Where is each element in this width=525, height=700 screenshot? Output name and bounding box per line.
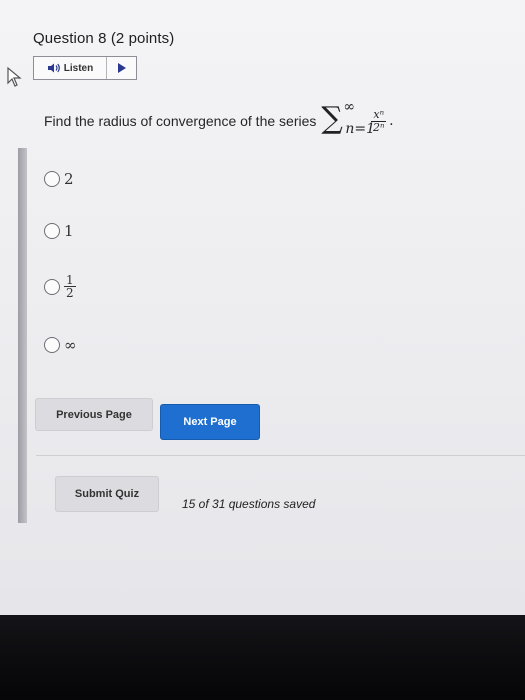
previous-page-button[interactable]: Previous Page	[35, 398, 153, 431]
sigma-symbol: ∑	[321, 101, 343, 136]
option-radio[interactable]	[44, 278, 60, 295]
series-terminator: .	[389, 113, 394, 129]
option-fraction: 1 2	[64, 274, 76, 299]
next-page-button[interactable]: Next Page	[160, 404, 260, 440]
listen-widget: Listen	[33, 56, 137, 80]
option-radio[interactable]	[44, 337, 60, 353]
question-prompt: Find the radius of convergence of the se…	[44, 99, 394, 138]
play-icon	[117, 63, 126, 73]
quiz-screen: Question 8 (2 points) Listen Find the ra…	[0, 0, 525, 615]
divider	[36, 455, 525, 456]
play-button[interactable]	[107, 57, 136, 79]
sum-lower-limit: n=1	[345, 121, 376, 137]
summation: ∑ ∞ n=1	[321, 99, 375, 138]
cursor-pointer-icon	[7, 66, 22, 87]
question-focus-bar	[18, 148, 27, 523]
save-status: 15 of 31 questions saved	[182, 497, 316, 511]
option-one-half[interactable]: 1 2	[44, 274, 76, 299]
option-radio[interactable]	[44, 223, 60, 239]
question-prompt-text: Find the radius of convergence of the se…	[44, 113, 317, 129]
listen-label: Listen	[63, 62, 94, 74]
speaker-icon	[47, 63, 60, 73]
fraction-denominator: 2	[66, 286, 74, 300]
option-label: 1	[64, 222, 74, 240]
option-label: ∞	[64, 336, 77, 354]
option-1[interactable]: 1	[44, 222, 74, 240]
submit-quiz-button[interactable]: Submit Quiz	[55, 476, 159, 512]
sum-upper-limit: ∞	[343, 99, 356, 115]
monitor-bezel	[0, 615, 525, 700]
question-title: Question 8 (2 points)	[33, 30, 175, 47]
option-label: 2	[64, 170, 74, 188]
option-2[interactable]: 2	[44, 170, 74, 188]
series-expression: ∑ ∞ n=1 xⁿ 2ⁿ .	[321, 99, 394, 138]
term-numerator: xⁿ	[371, 107, 387, 122]
listen-button[interactable]: Listen	[34, 57, 107, 79]
option-infinity[interactable]: ∞	[44, 336, 77, 354]
option-radio[interactable]	[44, 171, 60, 187]
